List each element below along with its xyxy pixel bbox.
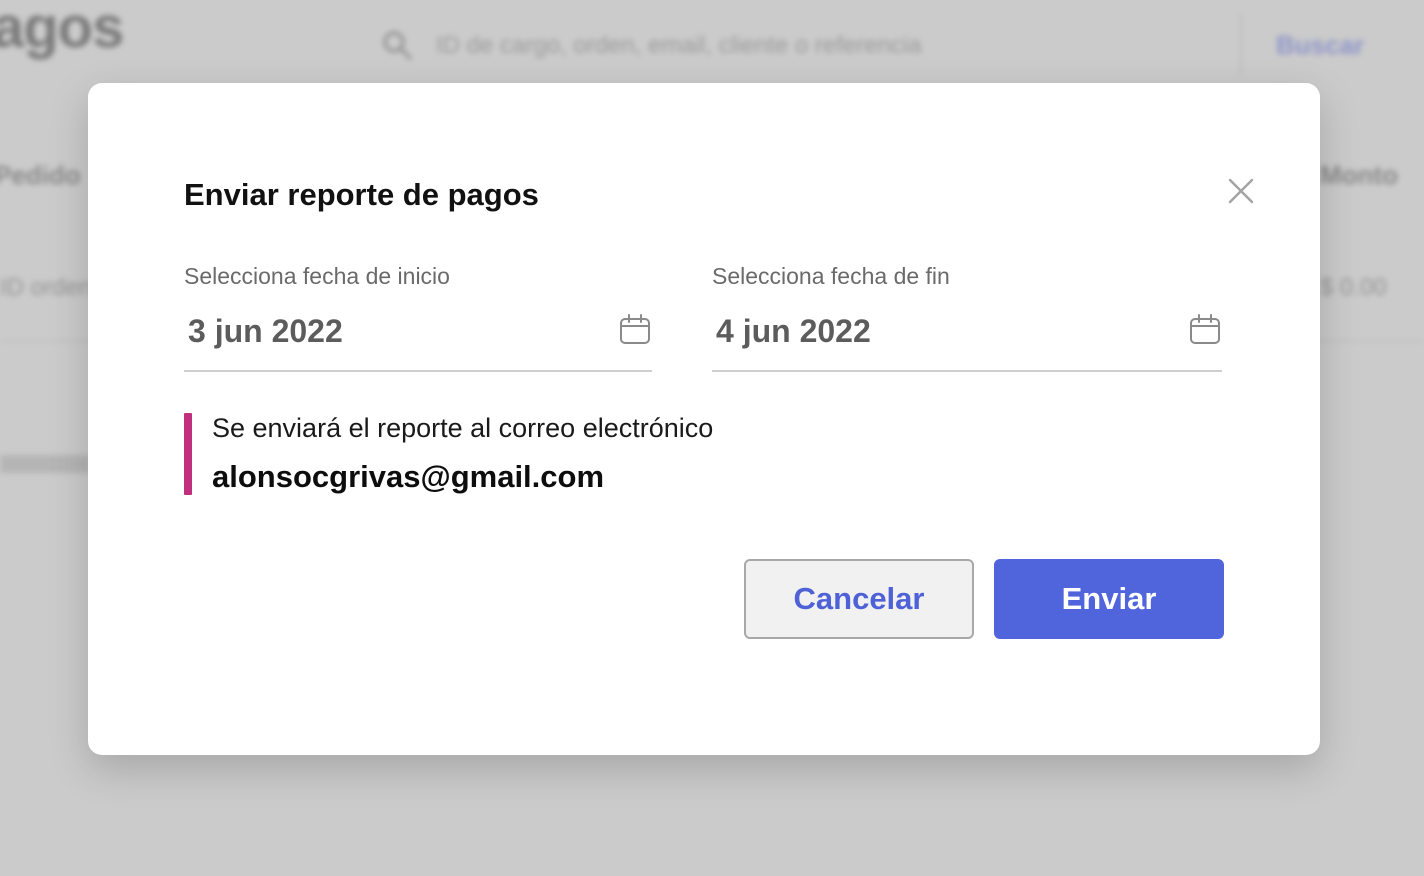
modal-title: Enviar reporte de pagos: [184, 177, 539, 212]
background-divider: [1240, 14, 1242, 76]
end-date-value[interactable]: 4 jun 2022: [716, 313, 871, 350]
background-column-header: Monto: [1320, 160, 1398, 190]
start-date-value[interactable]: 3 jun 2022: [188, 313, 343, 350]
calendar-icon[interactable]: [618, 313, 652, 347]
calendar-icon[interactable]: [1188, 313, 1222, 347]
info-accent-bar: [184, 413, 192, 495]
background-search-input: ID de cargo, orden, email, cliente o ref…: [436, 32, 922, 59]
end-date-field[interactable]: Selecciona fecha de fin 4 jun 2022: [712, 263, 1222, 373]
close-button[interactable]: [1224, 174, 1258, 208]
background-logo: agos: [0, 0, 124, 60]
background-column-header: Pedido: [0, 160, 81, 190]
send-report-modal: Enviar reporte de pagos Selecciona fecha…: [88, 83, 1320, 755]
start-date-label: Selecciona fecha de inicio: [184, 263, 450, 289]
recipient-email: alonsocgrivas@gmail.com: [212, 459, 605, 494]
info-message: Se enviará el reporte al correo electrón…: [212, 413, 714, 443]
close-icon: [1224, 174, 1258, 208]
send-button[interactable]: Enviar: [994, 559, 1224, 639]
background-row-stub: [0, 455, 90, 473]
search-icon: [382, 30, 412, 60]
cancel-button[interactable]: Cancelar: [744, 559, 974, 639]
end-date-underline: [712, 370, 1222, 372]
background-search-button: Buscar: [1276, 30, 1365, 60]
start-date-underline: [184, 370, 652, 372]
end-date-label: Selecciona fecha de fin: [712, 263, 950, 289]
background-row-cell: ID orden: [0, 274, 93, 301]
email-info-block: Se enviará el reporte al correo electrón…: [184, 413, 884, 495]
background-row-cell: $ 0.00: [1320, 274, 1387, 301]
start-date-field[interactable]: Selecciona fecha de inicio 3 jun 2022: [184, 263, 652, 373]
